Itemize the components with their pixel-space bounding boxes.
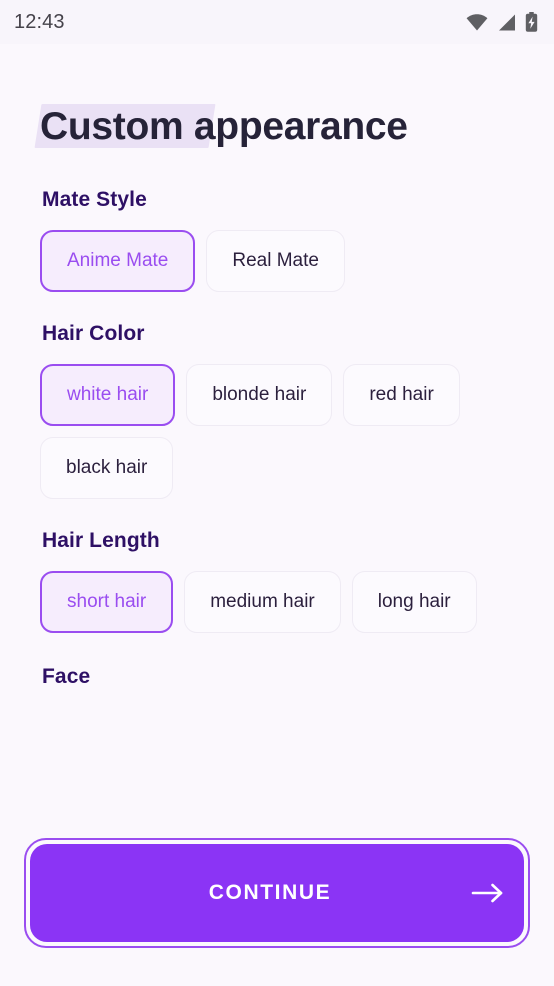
option-chip-medium-hair[interactable]: medium hair xyxy=(184,571,341,633)
section-hair-color: Hair Color white hair blonde hair red ha… xyxy=(40,322,514,499)
section-hair-length: Hair Length short hair medium hair long … xyxy=(40,529,514,633)
section-title-mate-style: Mate Style xyxy=(42,188,147,211)
wifi-icon xyxy=(466,13,488,31)
option-chip-blonde-hair[interactable]: blonde hair xyxy=(186,364,333,426)
option-group-hair-color: white hair blonde hair red hair black ha… xyxy=(40,364,514,499)
section-face: Face xyxy=(40,665,514,689)
section-title-hair-length: Hair Length xyxy=(42,529,160,552)
section-title-face: Face xyxy=(42,665,91,688)
section-title-hair-color: Hair Color xyxy=(42,322,145,345)
option-chip-long-hair[interactable]: long hair xyxy=(351,571,477,633)
option-group-hair-length: short hair medium hair long hair xyxy=(40,571,514,633)
status-bar: 12:43 xyxy=(0,0,554,44)
continue-button[interactable]: CONTINUE xyxy=(30,844,524,942)
arrow-right-icon xyxy=(452,882,524,904)
option-chip-white-hair[interactable]: white hair xyxy=(40,364,176,426)
option-chip-black-hair[interactable]: black hair xyxy=(40,437,174,499)
option-chip-short-hair[interactable]: short hair xyxy=(40,571,174,633)
page-title: Custom appearance xyxy=(40,105,408,148)
status-bar-icons xyxy=(466,12,538,32)
continue-button-label: CONTINUE xyxy=(208,881,332,904)
section-mate-style: Mate Style Anime Mate Real Mate xyxy=(40,188,514,292)
cellular-signal-icon xyxy=(497,14,516,31)
option-chip-real-mate[interactable]: Real Mate xyxy=(206,230,345,292)
option-chip-anime-mate[interactable]: Anime Mate xyxy=(40,230,196,292)
battery-charging-icon xyxy=(525,12,538,32)
option-chip-red-hair[interactable]: red hair xyxy=(343,364,460,426)
status-bar-clock: 12:43 xyxy=(14,10,65,33)
option-group-mate-style: Anime Mate Real Mate xyxy=(40,230,514,292)
page-title-block: Custom appearance xyxy=(34,96,514,158)
